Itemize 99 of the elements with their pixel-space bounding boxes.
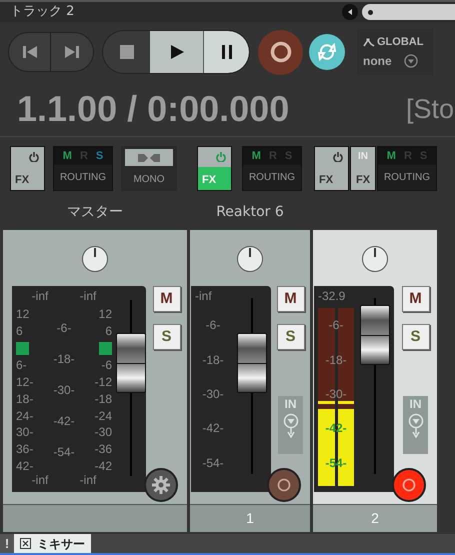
fader-thumb[interactable] <box>237 333 267 393</box>
fader-thumb[interactable] <box>360 305 390 365</box>
stop-button[interactable] <box>103 31 150 73</box>
meter-readout: -inf <box>80 290 96 302</box>
record-arm-button[interactable] <box>392 468 426 502</box>
ring-icon <box>270 41 292 63</box>
scale-label: -6- <box>56 322 72 334</box>
pan-knob[interactable] <box>362 246 388 272</box>
pause-icon <box>222 45 232 59</box>
input-fx-button[interactable]: IN FX <box>350 146 376 191</box>
peak-indicator <box>99 342 112 355</box>
dropdown-icon <box>404 54 418 68</box>
stereo-icon <box>138 152 160 162</box>
fx-button[interactable]: FX <box>10 146 45 191</box>
track-title: トラック 2 <box>10 3 74 22</box>
scale-label: -30 <box>94 426 112 438</box>
stop-icon <box>120 45 134 59</box>
settings-button[interactable] <box>144 468 178 502</box>
scale-label: 12- <box>16 376 34 388</box>
play-state-text: [Sto <box>406 96 455 122</box>
input-arrow-icon <box>408 412 424 438</box>
track-name: マスター <box>67 202 123 222</box>
scroll-bar[interactable] <box>362 4 455 20</box>
meter-readout: -inf <box>195 290 213 302</box>
scale-label: -18- <box>325 354 347 366</box>
pan-knob[interactable] <box>82 246 108 272</box>
mixer-tab[interactable]: ミキサー <box>14 534 91 553</box>
ring-icon <box>276 478 290 492</box>
scale-label: -18- <box>202 354 224 366</box>
mute-button[interactable]: M <box>402 286 430 312</box>
pan-knob[interactable] <box>237 246 263 272</box>
scale-label: -6 <box>101 359 112 372</box>
scale-label: 36- <box>16 443 34 456</box>
play-button[interactable] <box>150 31 204 73</box>
scale-label: -12 <box>94 376 112 388</box>
time-display: 1.1.00 / 0:00.000 <box>17 91 290 127</box>
automation-label: GLOBAL <box>377 34 424 50</box>
scale-label: 24- <box>16 410 34 422</box>
scale-label: 18- <box>16 392 34 405</box>
power-icon <box>333 152 343 162</box>
scale-label: 42- <box>16 460 34 472</box>
track-number: 2 <box>313 504 437 532</box>
scroll-left-button[interactable] <box>342 4 358 20</box>
fader-track[interactable] <box>116 300 146 476</box>
fader-track[interactable] <box>237 298 267 474</box>
scale-label: 12 <box>98 308 112 320</box>
mute-button[interactable]: M <box>152 286 180 312</box>
scale-label: -36 <box>94 443 112 456</box>
solo-button[interactable]: S <box>152 324 180 350</box>
scale-label: -6- <box>328 319 344 332</box>
record-arm-button[interactable] <box>266 468 300 502</box>
scale-label: -18- <box>53 353 75 365</box>
scale-label: -42- <box>53 415 75 427</box>
envelope-icon <box>363 38 375 46</box>
scale-label: -30- <box>202 388 224 400</box>
record-button[interactable] <box>258 30 303 74</box>
scale-label: -24 <box>94 410 112 422</box>
scale-label: -42 <box>94 460 112 472</box>
pause-button[interactable] <box>204 31 249 73</box>
meter-readout: -inf <box>32 290 48 302</box>
settings-icon <box>152 476 170 494</box>
power-icon <box>216 152 226 162</box>
skip-back-icon <box>22 46 36 58</box>
skip-forward-icon <box>65 46 79 58</box>
scale-label: -42- <box>202 422 224 434</box>
play-icon <box>170 45 184 59</box>
meter-readout: -inf <box>80 474 96 486</box>
scale-label: -54- <box>202 456 224 469</box>
track-number: 1 <box>190 504 310 532</box>
scale-label: -18 <box>94 392 112 405</box>
scale-label: -6- <box>206 319 220 332</box>
loop-icon <box>317 42 337 62</box>
ring-icon <box>402 478 416 492</box>
fx-button[interactable]: FX <box>314 146 349 191</box>
input-arrow-icon <box>282 412 298 438</box>
fader-thumb[interactable] <box>116 333 146 393</box>
alert-mark: ! <box>0 534 14 553</box>
repeat-button[interactable] <box>309 34 345 70</box>
solo-button[interactable]: S <box>402 324 430 350</box>
track-name: Reaktor 6 <box>216 202 284 222</box>
mute-button[interactable]: M <box>276 286 304 312</box>
scale-label: -54- <box>53 446 75 458</box>
close-icon <box>20 538 31 549</box>
power-icon <box>29 152 39 162</box>
meter-readout: -32.9 <box>318 290 346 302</box>
scale-label: -30- <box>325 388 347 400</box>
scale-label: 6 <box>16 324 23 337</box>
scale-label: 12 <box>16 308 30 320</box>
scale-label: 6- <box>16 359 27 372</box>
peak-indicator <box>16 342 29 355</box>
mono-button[interactable]: MONO <box>121 146 177 191</box>
automation-mode-dropdown[interactable]: none <box>363 52 433 70</box>
scale-label: -30- <box>53 384 75 396</box>
scale-label: 6 <box>105 324 112 337</box>
meter-readout: -inf <box>32 474 48 486</box>
scale-label: 30- <box>16 426 34 438</box>
left-arrow-icon <box>346 8 354 16</box>
fader-track[interactable] <box>360 298 390 474</box>
solo-button[interactable]: S <box>276 324 304 350</box>
